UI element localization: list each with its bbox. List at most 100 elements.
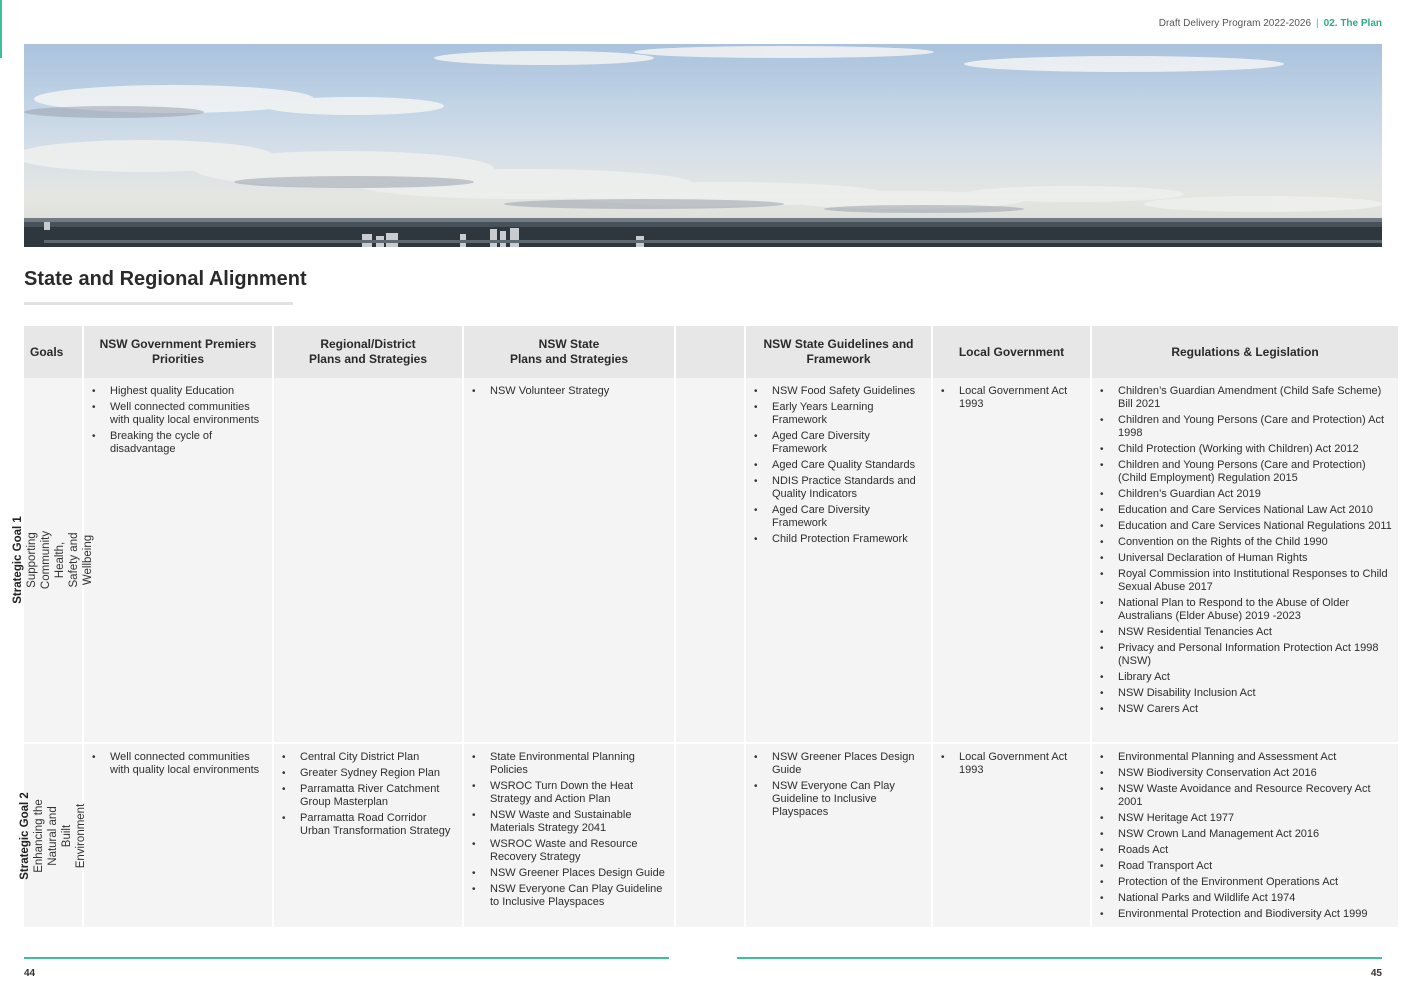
list-item: Education and Care Services National Reg… [1096,520,1394,533]
list-item: NSW Volunteer Strategy [468,385,670,398]
column-header-blank [676,326,744,378]
skyline-banner-image [24,44,1382,247]
accent-bar [0,0,2,58]
bullet-list: NSW Food Safety Guidelines Early Years Le… [750,385,927,546]
column-header-local-government: Local Government [933,326,1090,378]
column-header-legislation: Regulations & Legislation [1092,326,1398,378]
list-item: Early Years Learning Framework [750,401,927,427]
list-item: NSW Disability Inclusion Act [1096,687,1394,700]
list-item: Privacy and Personal Information Protect… [1096,642,1394,668]
page-number-right: 45 [1370,968,1382,979]
list-item: NSW Food Safety Guidelines [750,385,927,398]
list-item: Child Protection Framework [750,533,927,546]
legislation-cell: Children’s Guardian Amendment (Child Saf… [1092,378,1398,742]
list-item: NSW Everyone Can Play Guideline to Inclu… [750,780,927,819]
list-item: Children’s Guardian Amendment (Child Saf… [1096,385,1394,411]
bullet-list: Local Government Act 1993 [937,751,1086,777]
list-item: Aged Care Quality Standards [750,459,927,472]
state-guidelines-cell: NSW Food Safety Guidelines Early Years Le… [746,378,931,742]
list-item: National Parks and Wildlife Act 1974 [1096,892,1394,905]
list-item: Parramatta River Catchment Group Masterp… [278,783,458,809]
list-item: State Environmental Planning Policies [468,751,670,777]
regional-plans-cell [274,378,462,742]
bullet-list: Environmental Planning and Assessment Ac… [1096,751,1394,921]
list-item: NSW Greener Places Design Guide [750,751,927,777]
list-item: Children and Young Persons (Care and Pro… [1096,414,1394,440]
list-item: Environmental Protection and Biodiversit… [1096,908,1394,921]
list-item: Aged Care Diversity Framework [750,430,927,456]
list-item: Breaking the cycle of disadvantage [88,430,268,456]
list-item: NSW Heritage Act 1977 [1096,812,1394,825]
column-header-premiers-priorities: NSW Government Premiers Priorities [84,326,272,378]
column-header-state-plans: NSW State Plans and Strategies [464,326,674,378]
footer-rule-left [24,957,669,959]
section-label: 02. The Plan [1323,18,1382,29]
title-underline [24,302,293,305]
state-guidelines-cell: NSW Greener Places Design Guide NSW Every… [746,742,931,927]
list-item: Parramatta Road Corridor Urban Transform… [278,812,458,838]
page-title: State and Regional Alignment [24,268,307,290]
list-item: Education and Care Services National Law… [1096,504,1394,517]
list-item: Well connected communities with quality … [88,401,268,427]
list-item: NSW Greener Places Design Guide [468,867,670,880]
list-item: Highest quality Education [88,385,268,398]
bullet-list: Well connected communities with quality … [88,751,268,777]
list-item: Children and Young Persons (Care and Pro… [1096,459,1394,485]
list-item: National Plan to Respond to the Abuse of… [1096,597,1394,623]
list-item: WSROC Waste and Resource Recovery Strate… [468,838,670,864]
blank-cell [676,378,744,742]
bullet-list: Local Government Act 1993 [937,385,1086,411]
goal-label: Strategic Goal 1 Supporting Community He… [11,516,95,604]
list-item: NSW Crown Land Management Act 2016 [1096,828,1394,841]
bullet-list: Children’s Guardian Amendment (Child Saf… [1096,385,1394,716]
list-item: Child Protection (Working with Children)… [1096,443,1394,456]
document-title: Draft Delivery Program 2022-2026 [1158,18,1312,29]
table-row: Strategic Goal 2 Enhancing the Natural a… [19,742,1398,927]
table-header-row: Goals NSW Government Premiers Priorities… [24,326,1398,378]
list-item: NSW Waste Avoidance and Resource Recover… [1096,783,1394,809]
local-government-cell: Local Government Act 1993 [933,742,1090,927]
list-item: NSW Everyone Can Play Guideline to Inclu… [468,883,670,909]
premiers-priorities-cell: Well connected communities with quality … [84,742,272,927]
list-item: NSW Carers Act [1096,703,1394,716]
regional-plans-cell: Central City District Plan Greater Sydney… [274,742,462,927]
list-item: Aged Care Diversity Framework [750,504,927,530]
state-plans-cell: NSW Volunteer Strategy [464,378,674,742]
list-item: Convention on the Rights of the Child 19… [1096,536,1394,549]
goal-number: Strategic Goal 1 [12,516,24,604]
goal-name: Supporting Community Health, Safety and … [26,530,94,590]
header-separator: | [1316,18,1319,29]
list-item: Royal Commission into Institutional Resp… [1096,568,1394,594]
list-item: Greater Sydney Region Plan [278,767,458,780]
bullet-list: NSW Volunteer Strategy [468,385,670,398]
goal-name: Enhancing the Natural and Built Environm… [33,798,87,873]
goal-number: Strategic Goal 2 [19,791,31,880]
list-item: Library Act [1096,671,1394,684]
footer-rule-right [737,957,1382,959]
column-header-state-guidelines: NSW State Guidelines and Framework [746,326,931,378]
list-item: Local Government Act 1993 [937,751,1086,777]
goal-label: Strategic Goal 2 Enhancing the Natural a… [18,792,88,880]
list-item: Environmental Planning and Assessment Ac… [1096,751,1394,764]
list-item: Well connected communities with quality … [88,751,268,777]
list-item: NDIS Practice Standards and Quality Indi… [750,475,927,501]
list-item: WSROC Turn Down the Heat Strategy and Ac… [468,780,670,806]
list-item: Protection of the Environment Operations… [1096,876,1394,889]
column-header-goals: Goals [24,326,82,378]
table-row: Strategic Goal 1 Supporting Community He… [12,378,1398,742]
premiers-priorities-cell: Highest quality Education Well connected … [84,378,272,742]
alignment-table: Goals NSW Government Premiers Priorities… [12,326,1400,927]
list-item: Central City District Plan [278,751,458,764]
bullet-list: NSW Greener Places Design Guide NSW Every… [750,751,927,819]
list-item: NSW Biodiversity Conservation Act 2016 [1096,767,1394,780]
column-header-regional-plans: Regional/District Plans and Strategies [274,326,462,378]
running-header: Draft Delivery Program 2022-2026 | 02. The… [1159,18,1382,29]
blank-cell [676,742,744,927]
list-item: Roads Act [1096,844,1394,857]
page-number-left: 44 [24,968,36,979]
goal-cell: Strategic Goal 2 Enhancing the Natural a… [19,742,87,927]
list-item: Road Transport Act [1096,860,1394,873]
bullet-list: Central City District Plan Greater Sydney… [278,751,458,838]
state-plans-cell: State Environmental Planning Policies WSR… [464,742,674,927]
list-item: Children’s Guardian Act 2019 [1096,488,1394,501]
